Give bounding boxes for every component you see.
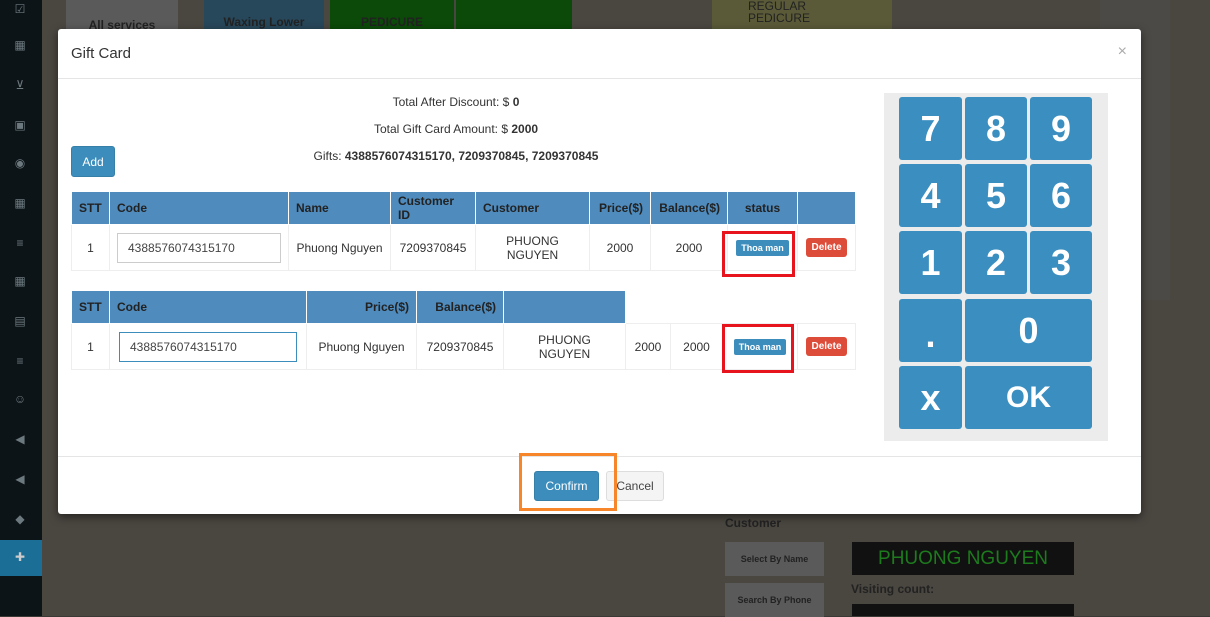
cell-balance: 2000 (650, 224, 728, 271)
col-empty (722, 290, 798, 324)
col-empty (625, 290, 671, 324)
cell-code (109, 323, 307, 370)
briefcase-icon[interactable]: ▣ (12, 118, 28, 132)
cell-stt: 1 (71, 224, 110, 271)
select-by-name-button[interactable]: Select By Name (725, 542, 824, 576)
label: Total Gift Card Amount: $ (373, 122, 512, 136)
code-input[interactable] (117, 232, 281, 263)
col-action (797, 191, 856, 225)
cell-customer: PHUONG NGUYEN (475, 224, 590, 271)
calendar-icon[interactable]: ▦ (12, 196, 28, 210)
cell-customer-id: 7209370845 (416, 323, 504, 370)
col-stt: STT (71, 290, 110, 324)
bg-tile (456, 0, 572, 30)
col-code: Code (109, 290, 307, 324)
calendar-icon[interactable]: ▦ (12, 274, 28, 288)
search-by-phone-button[interactable]: Search By Phone (725, 583, 824, 617)
table-header: STT Code Name Customer ID Customer Price… (71, 191, 856, 225)
bg-tile: Waxing Lower (204, 0, 324, 30)
list-icon[interactable]: ≡ (12, 236, 28, 250)
col-empty (797, 290, 856, 324)
list-icon[interactable]: ≡ (12, 354, 28, 368)
key-9[interactable]: 9 (1030, 97, 1092, 160)
key-5[interactable]: 5 (965, 164, 1027, 227)
key-1[interactable]: 1 (899, 231, 962, 294)
red-highlight-box (722, 231, 795, 277)
key-4[interactable]: 4 (899, 164, 962, 227)
value: 2000 (511, 122, 539, 136)
gift-icon[interactable]: ✚ (12, 550, 28, 564)
key-clear[interactable]: x (899, 366, 962, 429)
col-customer-id: Customer ID (390, 191, 476, 225)
total-after-discount: Total After Discount: $ 0 (58, 95, 854, 109)
key-3[interactable]: 3 (1030, 231, 1092, 294)
key-7[interactable]: 7 (899, 97, 962, 160)
cell-stt: 1 (71, 323, 110, 370)
bg-tile: All services (66, 0, 178, 32)
cell-code (109, 224, 289, 271)
col-empty (670, 290, 723, 324)
table-header: STT Code Price($) Balance($) (71, 290, 856, 324)
label: Gifts: (313, 149, 345, 163)
orange-highlight-box (519, 453, 617, 511)
value: 4388576074315170, 7209370845, 7209370845 (344, 149, 599, 163)
col-code: Code (109, 191, 289, 225)
visiting-count-display (852, 604, 1074, 616)
customer-name-display: PHUONG NGUYEN (852, 542, 1074, 575)
close-icon[interactable]: × (1118, 43, 1127, 61)
cell-action: Delete (797, 323, 856, 370)
cell-name: Phuong Nguyen (288, 224, 391, 271)
modal-header: Gift Card × (58, 29, 1141, 79)
add-button[interactable]: Add (71, 146, 115, 177)
key-0[interactable]: 0 (965, 299, 1092, 362)
bullhorn-icon[interactable]: ◀ (12, 432, 28, 446)
numeric-keypad: 7 8 9 4 5 6 1 2 3 . 0 x OK (884, 93, 1108, 441)
key-8[interactable]: 8 (965, 97, 1027, 160)
col-balance: Balance($) (650, 191, 728, 225)
files-icon[interactable]: ▤ (12, 314, 28, 328)
eye-icon[interactable]: ◉ (12, 156, 28, 170)
key-6[interactable]: 6 (1030, 164, 1092, 227)
col-blank (503, 290, 626, 324)
red-highlight-box (722, 324, 794, 373)
checkbox-icon[interactable]: ☑ (12, 2, 28, 16)
sidebar: ☑ ▦ ⊻ ▣ ◉ ▦ ≡ ▦ ▤ ≡ ☺ ◀ ◀ ◆ ✚ (0, 0, 42, 616)
value: 0 (512, 95, 520, 109)
col-status: status (727, 191, 798, 225)
col-stt: STT (71, 191, 110, 225)
cart-icon[interactable]: ⊻ (12, 78, 28, 92)
calendar-icon[interactable]: ▦ (12, 38, 28, 52)
cell-customer: PHUONG NGUYEN (503, 323, 626, 370)
tag-icon[interactable]: ◆ (12, 512, 28, 526)
gifts-list: Gifts: 4388576074315170, 7209370845, 720… (58, 149, 854, 163)
col-customer: Customer (475, 191, 590, 225)
visiting-count-label: Visiting count: (851, 582, 935, 596)
col-price: Price($) (589, 191, 651, 225)
delete-button[interactable]: Delete (806, 337, 847, 356)
bg-customer-label: Customer (725, 516, 782, 530)
label: Total After Discount: $ (392, 95, 513, 109)
bullhorn-icon[interactable]: ◀ (12, 472, 28, 486)
bg-tile: REGULAR PEDICURE (712, 0, 892, 30)
delete-button[interactable]: Delete (806, 238, 847, 257)
key-ok[interactable]: OK (965, 366, 1092, 429)
cell-price: 2000 (625, 323, 671, 370)
key-2[interactable]: 2 (965, 231, 1027, 294)
cell-name: Phuong Nguyen (306, 323, 417, 370)
code-input[interactable] (119, 331, 297, 362)
col-name: Name (288, 191, 391, 225)
cell-customer-id: 7209370845 (390, 224, 476, 271)
bg-tile: PEDICURE (330, 0, 454, 30)
total-gift-card-amount: Total Gift Card Amount: $ 2000 (58, 122, 854, 136)
col-balance: Balance($) (416, 290, 504, 324)
cell-balance: 2000 (670, 323, 723, 370)
col-price: Price($) (306, 290, 417, 324)
key-dot[interactable]: . (899, 299, 962, 362)
modal-title: Gift Card (71, 45, 132, 62)
bg-text: PEDICURE (748, 11, 811, 25)
smile-icon[interactable]: ☺ (12, 392, 28, 406)
gift-card-modal: Gift Card × Total After Discount: $ 0 To… (58, 29, 1141, 514)
cell-action: Delete (797, 224, 856, 271)
cell-price: 2000 (589, 224, 651, 271)
